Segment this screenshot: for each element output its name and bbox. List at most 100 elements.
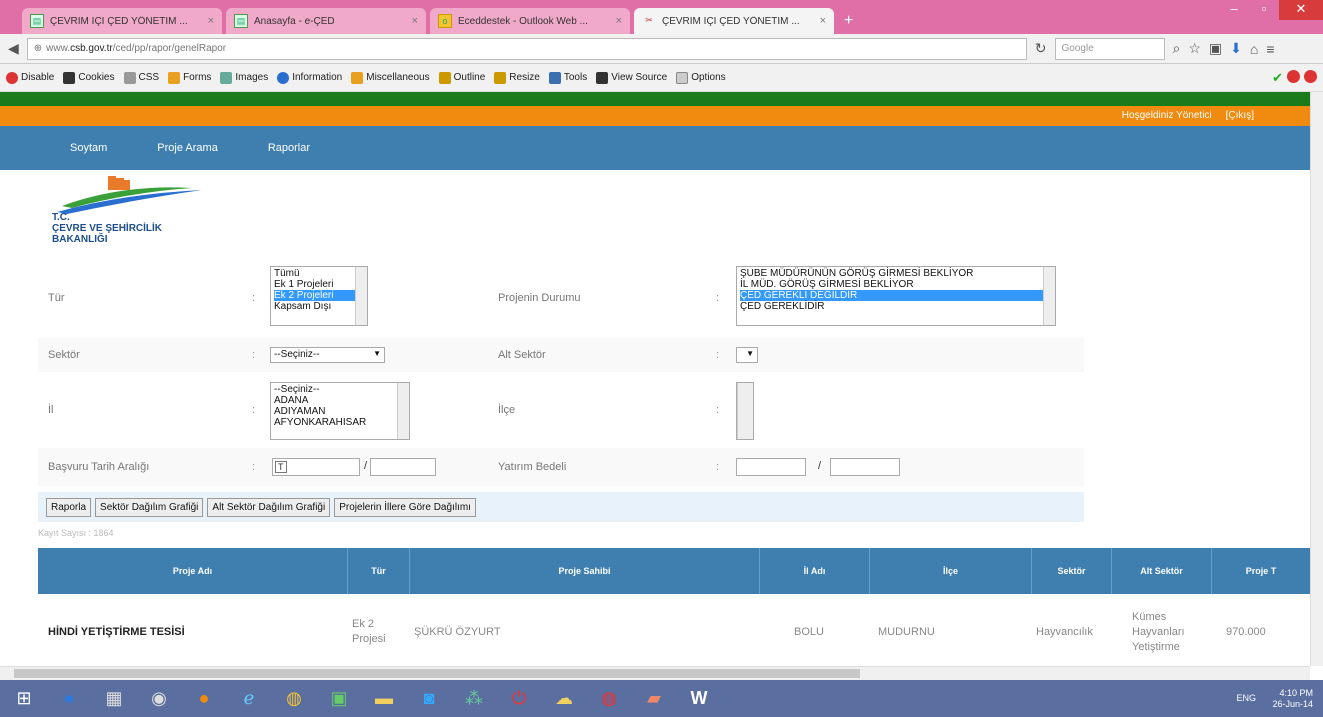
table-cell: MUDURNU [878,625,935,638]
vertical-scrollbar[interactable] [1310,92,1323,666]
clock-time[interactable]: 4:10 PM [1272,688,1313,699]
date-from-input[interactable]: T [272,458,360,476]
globe-icon[interactable]: ● [51,684,87,714]
disable-icon [6,71,18,84]
sector-select[interactable]: --Seçiniz-- ▼ [270,347,385,363]
clipboard-icon[interactable]: ▣ [1209,40,1222,57]
home-icon[interactable]: ⌂ [1250,41,1258,57]
listbox-scrollbar[interactable] [355,267,367,325]
sub-sector-select[interactable]: ▼ [736,347,758,363]
page-icon: ✂ [645,15,653,25]
information-icon [277,71,290,84]
search-icon[interactable]: ⌕ [1173,40,1181,57]
browser-tab[interactable]: ▤ Anasayfa - e-ÇED × [226,8,426,34]
new-tab-button[interactable]: + [844,12,853,30]
page-icon: ▤ [234,14,248,28]
toolbar-css[interactable]: CSS [123,71,159,84]
table-cell: ŞÜKRÜ ÖZYURT [414,625,501,638]
listbox-scrollbar[interactable] [1043,267,1055,325]
firefox-icon[interactable]: ● [186,684,222,714]
toolbar-forms[interactable]: Forms [168,71,211,84]
table-cell: Hayvancılık [1036,625,1093,638]
toolbar-outline[interactable]: Outline [438,71,485,84]
column-header[interactable]: İl Adı [760,548,870,594]
amount-from-input[interactable] [736,458,806,476]
toolbar-disable[interactable]: Disable [6,71,54,84]
folder-icon[interactable]: ▬ [366,684,402,714]
table-row[interactable]: HİNDİ YETİŞTİRME TESİSİ Ek 2 Projesi ŞÜK… [38,598,1310,666]
close-tab-icon[interactable]: × [208,15,214,27]
amount-to-input[interactable] [830,458,900,476]
listbox-scrollbar[interactable] [397,383,409,439]
column-header[interactable]: Sektör [1032,548,1112,594]
nav-item-home[interactable]: Soytam [70,142,107,154]
clock-date[interactable]: 26-Jun-14 [1272,699,1313,710]
media-icon[interactable]: ◉ [141,684,177,714]
chrome-icon[interactable]: ◍ [276,684,312,714]
column-header[interactable]: Proje T [1212,548,1310,594]
back-icon[interactable]: ◀ [8,40,19,57]
browser-tab[interactable]: ▤ ÇEVRİM İÇİ ÇED YÖNETİM ... × [22,8,222,34]
language-indicator[interactable]: ENG [1236,693,1256,703]
powerpoint-icon[interactable]: ▰ [636,684,672,714]
column-header[interactable]: Tür [348,548,410,594]
address-bar[interactable]: ⊕ www. csb.gov.tr/ced/pp/rapor/genelRapor [26,37,1027,60]
calendar-icon[interactable]: T [275,461,287,473]
word-icon[interactable]: W [681,684,717,714]
network-icon[interactable]: ⁂ [456,684,492,714]
search-input[interactable]: Google [1054,37,1165,60]
project-status-listbox[interactable]: ŞUBE MÜDÜRÜNÜN GÖRÜŞ GİRMESİ BEKLİYOR İL… [736,266,1056,326]
app-icon[interactable]: ▦ [96,684,132,714]
star-icon[interactable]: ☆ [1188,40,1201,57]
district-label: İlçe [498,404,516,416]
toolbar-options[interactable]: Options [676,71,726,84]
cloud-icon[interactable]: ☁ [546,684,582,714]
column-header[interactable]: Proje Sahibi [410,548,760,594]
ie-icon[interactable]: ℯ [231,684,267,714]
column-header[interactable]: Proje Adı [38,548,348,594]
horizontal-scrollbar[interactable] [0,666,1310,680]
toolbar-information[interactable]: Information [277,71,342,84]
column-header[interactable]: İlçe [870,548,1032,594]
maximize-icon[interactable]: ▫ [1249,0,1279,20]
power-icon[interactable]: ⏻ [501,684,537,714]
province-listbox[interactable]: --Seçiniz-- ADANA ADIYAMAN AFYONKARAHISA… [270,382,410,440]
browser-tab-active[interactable]: ✂ ÇEVRİM İÇİ ÇED YÖNETİM ... × [634,8,834,34]
type-listbox[interactable]: Tümü Ek 1 Projeleri Ek 2 Projeleri Kapsa… [270,266,368,326]
reload-icon[interactable]: ↻ [1035,40,1047,57]
form-row: Başvuru Tarih Aralığı : T / Yatırım Bede… [38,448,1084,486]
minimize-icon[interactable]: – [1219,0,1249,20]
date-to-input[interactable] [370,458,436,476]
close-tab-icon[interactable]: × [412,15,418,27]
image-icon[interactable]: ▣ [321,684,357,714]
error-icon [1287,69,1300,83]
browser-tab[interactable]: o Eceddestek - Outlook Web ... × [430,8,630,34]
scrollbar-thumb[interactable] [14,669,860,678]
logout-link[interactable]: [Çıkış] [1226,110,1254,121]
menu-icon[interactable]: ≡ [1266,41,1274,57]
toolbar-resize[interactable]: Resize [494,71,540,84]
toolbar-tools[interactable]: Tools [548,71,587,84]
district-listbox[interactable] [736,382,754,440]
listbox-scrollbar[interactable] [737,383,753,439]
skype-icon[interactable]: ◙ [411,684,447,714]
main-nav: Soytam Proje Arama Raporlar [0,126,1310,170]
toolbar-cookies[interactable]: Cookies [63,71,115,84]
column-header[interactable]: Alt Sektör [1112,548,1212,594]
nav-item-reports[interactable]: Raporlar [268,142,310,154]
close-tab-icon[interactable]: × [820,15,826,27]
sub-sector-chart-button[interactable]: Alt Sektör Dağılım Grafiği [207,497,331,517]
close-tab-icon[interactable]: × [616,15,622,27]
start-icon[interactable]: ⊞ [6,684,42,714]
toolbar-images[interactable]: Images [220,71,268,84]
chrome-icon[interactable]: ◍ [591,684,627,714]
toolbar-view-source[interactable]: View Source [596,71,667,84]
download-icon[interactable]: ⬇ [1230,40,1242,57]
nav-item-project-search[interactable]: Proje Arama [157,142,218,154]
close-window-icon[interactable]: ✕ [1279,0,1323,20]
toolbar-miscellaneous[interactable]: Miscellaneous [351,71,430,84]
lock-icon: ⊕ [33,43,43,54]
sector-chart-button[interactable]: Sektör Dağılım Grafiği [95,497,204,517]
province-distribution-button[interactable]: Projelerin İllere Göre Dağılımı [334,497,476,517]
report-button[interactable]: Raporla [46,497,92,517]
